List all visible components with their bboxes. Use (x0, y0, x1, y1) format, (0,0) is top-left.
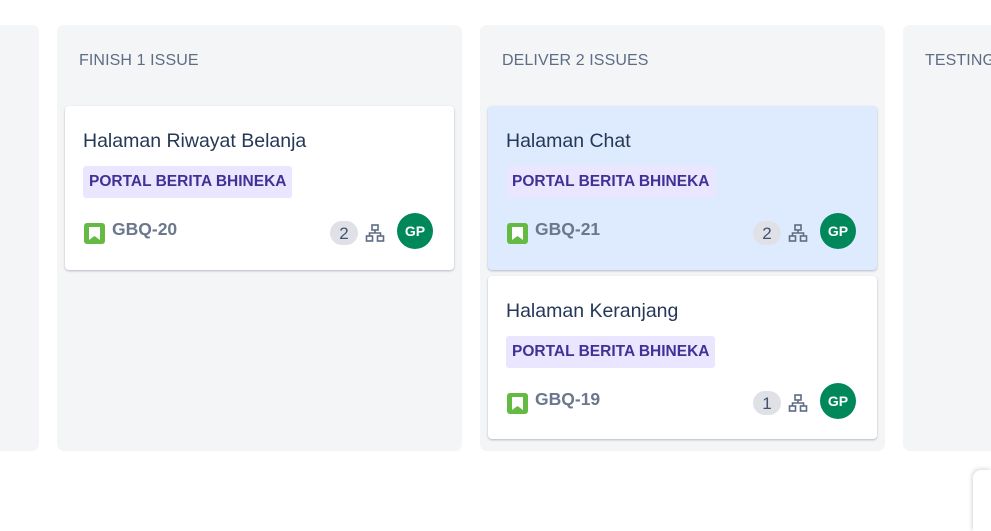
story-icon (507, 223, 528, 244)
epic-label[interactable]: PORTAL BERITA BHINEKA (506, 336, 716, 368)
column-title: DELIVER 2 ISSUES (502, 52, 649, 69)
child-issues-icon (788, 224, 808, 242)
board-column-testing: TESTING (903, 25, 991, 451)
issue-key[interactable]: GBQ-19 (535, 389, 600, 410)
subtask-count-badge: 1 (753, 391, 781, 415)
issue-key[interactable]: GBQ-21 (535, 219, 600, 240)
story-icon (84, 223, 105, 244)
assignee-avatar[interactable]: GP (820, 383, 856, 419)
board-column-deliver: DELIVER 2 ISSUES Halaman Chat PORTAL BER… (480, 25, 885, 451)
assignee-avatar[interactable]: GP (820, 213, 856, 249)
epic-label[interactable]: PORTAL BERITA BHINEKA (506, 166, 716, 198)
card-title: Halaman Riwayat Belanja (83, 130, 307, 152)
subtask-count-badge: 2 (330, 221, 358, 245)
card-title: Halaman Chat (506, 130, 631, 152)
issue-key[interactable]: GBQ-20 (112, 219, 177, 240)
issue-card-gbq-20[interactable]: Halaman Riwayat Belanja PORTAL BERITA BH… (65, 106, 454, 270)
issue-card-gbq-21[interactable]: Halaman Chat PORTAL BERITA BHINEKA GBQ-2… (488, 106, 877, 270)
floating-panel-edge[interactable] (973, 470, 991, 531)
subtask-count-badge: 2 (753, 221, 781, 245)
epic-label[interactable]: PORTAL BERITA BHINEKA (83, 166, 293, 198)
card-title: Halaman Keranjang (506, 300, 679, 322)
board-column-partial-left (0, 25, 39, 451)
issue-card-gbq-19[interactable]: Halaman Keranjang PORTAL BERITA BHINEKA … (488, 276, 877, 439)
board-column-finish: FINISH 1 ISSUE Halaman Riwayat Belanja P… (57, 25, 462, 451)
column-title: TESTING (925, 52, 991, 69)
column-title: FINISH 1 ISSUE (79, 52, 199, 69)
child-issues-icon (365, 224, 385, 242)
story-icon (507, 393, 528, 414)
assignee-avatar[interactable]: GP (397, 213, 433, 249)
child-issues-icon (788, 394, 808, 412)
